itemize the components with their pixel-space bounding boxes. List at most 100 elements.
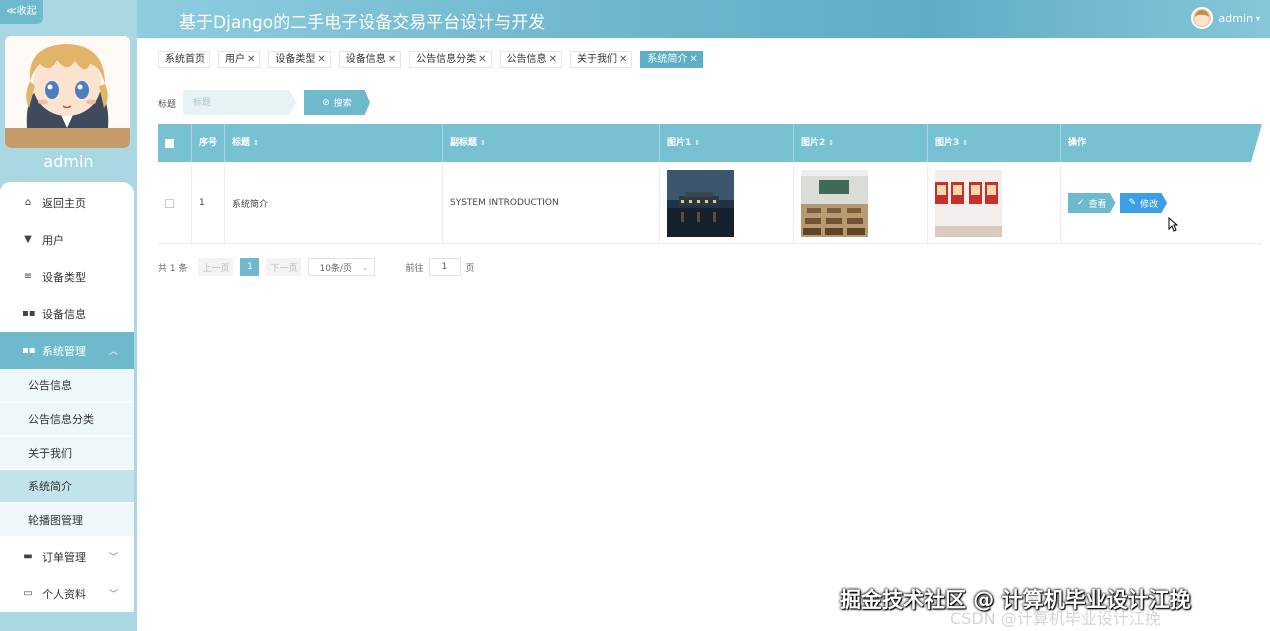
close-icon[interactable]: ✕ xyxy=(689,52,697,67)
user-menu[interactable]: admin ▾ xyxy=(1190,7,1260,29)
sidebar-item-label: 系统管理 xyxy=(42,344,86,358)
cell-index: 1 xyxy=(192,162,225,244)
tab-label: 公告信息分类 xyxy=(416,54,477,65)
page-size-select[interactable]: 10条/页 ⌄ xyxy=(308,258,376,276)
search-input[interactable] xyxy=(183,90,296,115)
sidebar-item-system-management[interactable]: ▪▪ 系统管理 ︿ xyxy=(0,332,134,369)
sidebar-item-orders[interactable]: ▬ 订单管理 ﹀ xyxy=(0,538,134,575)
page-size-value: 10条/页 xyxy=(319,263,352,274)
sidebar-subitem-label: 关于我们 xyxy=(28,447,72,460)
row-checkbox[interactable] xyxy=(165,198,174,208)
tab-announcement-categories[interactable]: 公告信息分类 ✕ xyxy=(409,51,492,68)
header-image3[interactable]: 图片3 ⇕ xyxy=(928,124,1061,162)
user-icon: ▼ xyxy=(24,234,32,245)
chevron-down-icon: ▾ xyxy=(1255,13,1260,23)
search-icon: ⊘ xyxy=(322,97,330,108)
next-page-button[interactable]: 下一页 xyxy=(266,258,302,276)
header-image1-label: 图片1 xyxy=(667,138,692,148)
sidebar-subitem-carousel[interactable]: 轮播图管理 xyxy=(0,504,134,537)
tab-device-info[interactable]: 设备信息 ✕ xyxy=(338,51,402,68)
header-index: 序号 xyxy=(192,124,225,162)
header-title[interactable]: 标题 ⇕ xyxy=(225,124,443,162)
header: 基于Django的二手电子设备交易平台设计与开发 admin ▾ xyxy=(137,0,1270,38)
tab-label: 系统简介 xyxy=(647,54,688,65)
sort-icon: ⇕ xyxy=(828,139,835,147)
table-row: 1 系统简介 SYSTEM INTRODUCTION ✓ 查看 ✎ 修改 xyxy=(158,162,1262,244)
sidebar-item-label: 订单管理 xyxy=(42,550,86,564)
sort-icon: ⇕ xyxy=(694,139,701,147)
calendar-icon: ▭ xyxy=(23,588,33,599)
tab-label: 公告信息 xyxy=(506,54,547,65)
avatar xyxy=(1190,7,1213,29)
close-icon[interactable]: ✕ xyxy=(247,52,255,67)
sidebar-avatar xyxy=(5,36,130,148)
edit-button-label: 修改 xyxy=(1140,199,1159,210)
header-image2[interactable]: 图片2 ⇕ xyxy=(794,124,928,162)
tab-label: 关于我们 xyxy=(576,54,617,65)
sidebar-username: admin xyxy=(43,152,94,171)
header-image1[interactable]: 图片1 ⇕ xyxy=(660,124,794,162)
monitor-icon: ▬ xyxy=(23,551,33,562)
sidebar-item-device-types[interactable]: ≡ 设备类型 xyxy=(0,258,134,295)
prev-page-button[interactable]: 上一页 xyxy=(198,258,234,276)
check-icon: ✓ xyxy=(1077,198,1085,208)
sidebar-subitem-label: 系统简介 xyxy=(28,480,72,493)
search-button[interactable]: ⊘ 搜索 xyxy=(304,90,370,115)
tab-label: 设备类型 xyxy=(275,54,316,65)
pagination: 共 1 条 上一页 1 下一页 10条/页 ⌄ 前往 页 xyxy=(158,258,475,276)
tab-label: 系统首页 xyxy=(165,54,205,65)
close-icon[interactable]: ✕ xyxy=(549,52,557,67)
close-icon[interactable]: ✕ xyxy=(388,52,396,67)
header-subtitle-label: 副标题 xyxy=(450,138,478,148)
cell-image3 xyxy=(928,162,1061,244)
header-username: admin xyxy=(1218,11,1253,25)
sort-icon: ⇕ xyxy=(253,139,259,147)
collapse-button[interactable]: ≪收起 xyxy=(0,0,43,24)
thumbnail-wall-posters[interactable] xyxy=(935,169,1002,237)
list-icon: ≡ xyxy=(23,271,33,282)
tab-about-us[interactable]: 关于我们 ✕ xyxy=(569,51,633,68)
header-image3-label: 图片3 xyxy=(935,138,960,148)
tab-home[interactable]: 系统首页 xyxy=(158,51,210,68)
home-icon: ⌂ xyxy=(24,197,32,208)
sidebar-item-label: 用户 xyxy=(42,233,64,247)
header-subtitle[interactable]: 副标题 ⇕ xyxy=(443,124,660,162)
chevron-down-icon: ﹀ xyxy=(108,553,118,563)
search-label: 标题 xyxy=(158,100,177,110)
edit-icon: ✎ xyxy=(1128,198,1137,208)
sidebar-item-profile[interactable]: ▭ 个人资料 ﹀ xyxy=(0,575,134,612)
sidebar-item-label: 设备类型 xyxy=(42,270,86,284)
tab-system-intro[interactable]: 系统简介 ✕ xyxy=(640,51,703,68)
select-all-checkbox[interactable] xyxy=(165,138,174,148)
row-select-cell xyxy=(158,162,192,244)
sidebar-subitem-about-us[interactable]: 关于我们 xyxy=(0,437,134,470)
sidebar-subitem-system-intro[interactable]: 系统简介 xyxy=(0,470,134,503)
close-icon[interactable]: ✕ xyxy=(317,52,325,67)
tab-announcements[interactable]: 公告信息 ✕ xyxy=(499,51,562,68)
table-header: 序号 标题 ⇕ 副标题 ⇕ 图片1 ⇕ 图片2 ⇕ 图片3 ⇕ 操作 xyxy=(158,124,1262,162)
sidebar-item-label: 个人资料 xyxy=(42,587,86,601)
sidebar-subitem-announcement-categories[interactable]: 公告信息分类 xyxy=(0,403,134,436)
thumbnail-night-building[interactable] xyxy=(667,169,734,237)
view-button[interactable]: ✓ 查看 xyxy=(1068,193,1116,213)
thumbnail-classroom[interactable] xyxy=(801,169,868,237)
page-number-current[interactable]: 1 xyxy=(240,258,260,276)
sidebar-item-label: 设备信息 xyxy=(42,307,86,321)
sidebar-item-device-info[interactable]: ▪▪ 设备信息 xyxy=(0,295,134,332)
tab-users[interactable]: 用户 ✕ xyxy=(218,51,261,68)
goto-page-input[interactable] xyxy=(428,258,461,276)
close-icon[interactable]: ✕ xyxy=(478,52,486,67)
tab-label: 设备信息 xyxy=(345,54,386,65)
cell-subtitle: SYSTEM INTRODUCTION xyxy=(443,162,660,244)
sidebar-item-users[interactable]: ▼ 用户 xyxy=(0,221,134,258)
header-title-label: 标题 xyxy=(232,138,251,148)
grid-icon: ▪▪ xyxy=(22,345,36,356)
tab-device-types[interactable]: 设备类型 ✕ xyxy=(268,51,331,68)
chevron-up-icon: ︿ xyxy=(108,347,118,357)
edit-button[interactable]: ✎ 修改 xyxy=(1119,193,1168,213)
sidebar-item-home[interactable]: ⌂ 返回主页 xyxy=(0,184,134,221)
sidebar-subitem-announcements[interactable]: 公告信息 xyxy=(0,369,134,402)
header-actions: 操作 xyxy=(1068,138,1087,148)
sort-icon: ⇕ xyxy=(962,139,969,147)
close-icon[interactable]: ✕ xyxy=(619,52,627,67)
